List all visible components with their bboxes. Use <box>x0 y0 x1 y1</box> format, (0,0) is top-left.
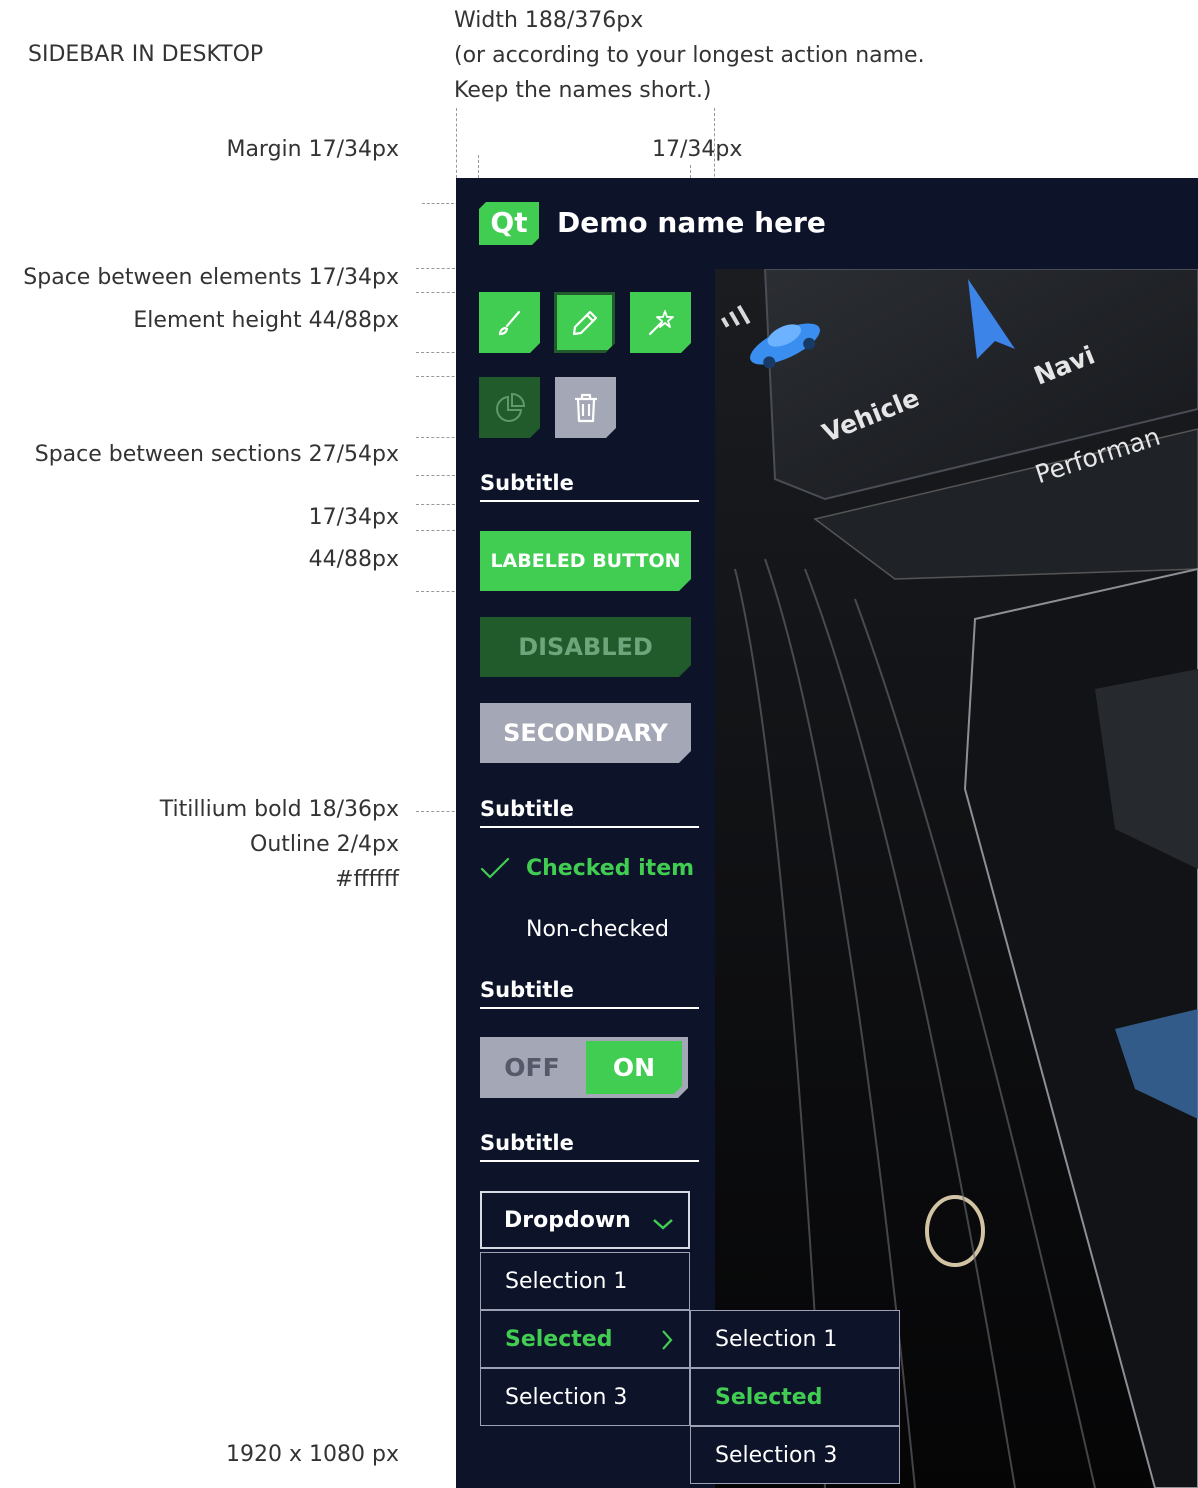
outline-spec-note: Outline 2/4px <box>250 832 399 857</box>
toggle-off-label: OFF <box>504 1053 560 1082</box>
unchecked-item[interactable]: Non-checked <box>480 909 700 949</box>
section-subtitle: Subtitle <box>480 797 699 828</box>
app-header: Qt Demo name here <box>456 178 1198 269</box>
app-title: Demo name here <box>557 206 826 239</box>
magic-wand-button[interactable] <box>630 292 691 353</box>
chevron-right-icon <box>662 1330 673 1350</box>
unchecked-item-label: Non-checked <box>526 916 669 942</box>
space-sections-note: Space between sections 27/54px <box>34 442 399 467</box>
dropdown-option[interactable]: Selection 1 <box>480 1252 690 1310</box>
labeled-button[interactable]: LABELED BUTTON <box>480 531 691 591</box>
delete-button[interactable] <box>555 377 616 438</box>
font-spec-note: Titillium bold 18/36px <box>159 797 399 822</box>
element-height-note: Element height 44/88px <box>133 308 399 333</box>
guide-line <box>456 108 457 178</box>
pencil-button[interactable] <box>554 292 615 353</box>
submenu-option[interactable]: Selection 1 <box>690 1310 900 1368</box>
magic-wand-icon <box>645 307 677 339</box>
dropdown-option-selected[interactable]: Selected <box>480 1310 690 1368</box>
color-spec-note: #ffffff <box>335 867 399 892</box>
brush-button[interactable] <box>479 292 540 353</box>
qt-logo: Qt <box>479 202 539 245</box>
space-elements-note: Space between elements 17/34px <box>23 265 399 290</box>
selected-option-label: Selected <box>505 1326 613 1352</box>
background-scene: Vehicle Navi Performan <box>715 269 1198 1488</box>
section-subtitle: Subtitle <box>480 471 699 502</box>
on-off-toggle[interactable]: OFF ON <box>480 1037 688 1098</box>
width-note-line-3: Keep the names short.) <box>454 78 712 103</box>
dropdown-button[interactable]: Dropdown <box>480 1191 690 1249</box>
margin-note: Margin 17/34px <box>226 137 399 162</box>
sidebar-caption: SIDEBAR IN DESKTOP <box>28 42 264 67</box>
submenu-option[interactable]: Selection 3 <box>690 1426 900 1484</box>
submenu-option-selected[interactable]: Selected <box>690 1368 900 1426</box>
toggle-on-label: ON <box>586 1041 682 1094</box>
pie-chart-button[interactable] <box>479 377 540 438</box>
chevron-down-icon <box>653 1219 673 1230</box>
section-subtitle: Subtitle <box>480 1131 699 1162</box>
disabled-button: DISABLED <box>480 617 691 677</box>
right-margin-note: 17/34px <box>652 137 743 162</box>
button-height-note: 44/88px <box>308 547 399 572</box>
secondary-button[interactable]: SECONDARY <box>480 703 691 763</box>
pencil-icon <box>569 307 601 339</box>
subtitle-gap-note: 17/34px <box>308 505 399 530</box>
dropdown-option[interactable]: Selection 3 <box>480 1368 690 1426</box>
width-note-line-2: (or according to your longest action nam… <box>454 43 925 68</box>
trash-icon <box>571 392 601 424</box>
pie-chart-icon <box>493 391 527 425</box>
section-subtitle: Subtitle <box>480 978 699 1009</box>
checked-item[interactable]: Checked item <box>480 848 700 888</box>
dropdown-label: Dropdown <box>504 1207 631 1233</box>
check-icon <box>480 857 510 879</box>
screen-size-note: 1920 x 1080 px <box>226 1442 399 1467</box>
brush-icon <box>495 308 525 338</box>
width-note-line-1: Width 188/376px <box>454 8 644 33</box>
checked-item-label: Checked item <box>526 855 695 881</box>
